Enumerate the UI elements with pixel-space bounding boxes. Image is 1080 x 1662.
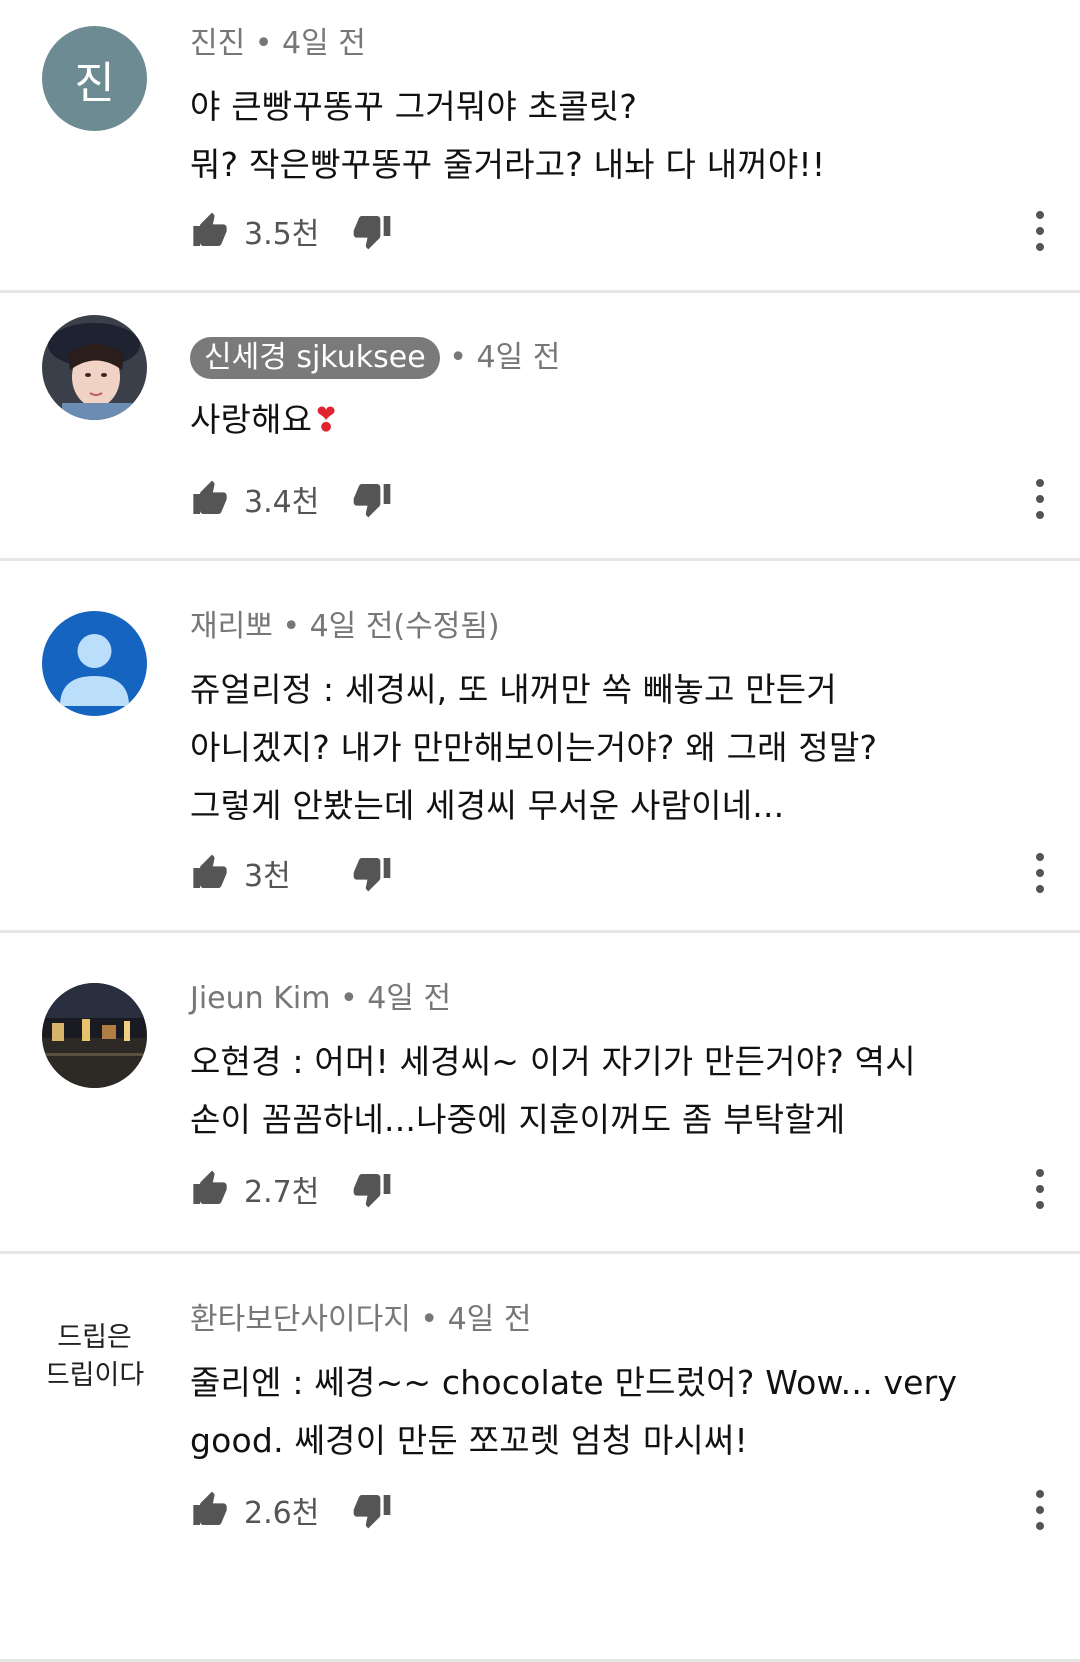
more-options-icon[interactable] <box>1030 206 1050 256</box>
comment-body: Jieun Kim • 4일 전 오현경 : 어머! 세경씨~ 이거 자기가 만… <box>190 979 1010 1149</box>
comment-text: 줄리엔 : 쎄경~~ chocolate 만드렀어? Wow... very g… <box>190 1363 958 1460</box>
avatar[interactable] <box>42 983 147 1088</box>
comment-text: 야 큰빵꾸똥꾸 그거뭐야 초콜릿? 뭐? 작은빵꾸똥꾸 줄거라고? 내놔 다 내… <box>190 87 826 184</box>
profile-photo <box>42 315 147 420</box>
comment-item: 재리뽀 • 4일 전(수정됨) 쥬얼리정 : 세경씨, 또 내꺼만 쏙 빼놓고 … <box>0 561 1080 933</box>
comment-text: 쥬얼리정 : 세경씨, 또 내꺼만 쏙 빼놓고 만든거 아니겠지? 내가 만만해… <box>190 670 878 825</box>
comment-item: 진 진진 • 4일 전 야 큰빵꾸똥꾸 그거뭐야 초콜릿? 뭐? 작은빵꾸똥꾸 … <box>0 0 1080 293</box>
meta-separator: • <box>254 26 282 61</box>
thumbs-down-icon[interactable] <box>352 853 392 893</box>
comment-body: 환타보단사이다지 • 4일 전 줄리엔 : 쎄경~~ chocolate 만드렀… <box>190 1300 1010 1470</box>
comment-actions: 2.6천 <box>190 1485 392 1535</box>
more-options-icon[interactable] <box>1030 1485 1050 1535</box>
thumbs-up-icon[interactable] <box>190 1169 230 1209</box>
comment-time: 4일 전 <box>281 26 366 61</box>
avatar[interactable] <box>42 315 147 420</box>
comment-actions: 3천 <box>190 848 392 898</box>
like-count: 3.5천 <box>244 217 320 252</box>
meta-separator: • <box>449 340 477 375</box>
like-count: 3천 <box>244 859 291 894</box>
comment-meta: 신세경 sjkuksee • 4일 전 <box>190 337 1010 379</box>
author-name[interactable]: Jieun Kim <box>190 981 330 1016</box>
thumbs-down-icon[interactable] <box>352 1169 392 1209</box>
thumbs-up-icon[interactable] <box>190 853 230 893</box>
author-name[interactable]: 진진 <box>190 26 245 61</box>
comment-meta: 진진 • 4일 전 <box>190 24 1010 64</box>
comment-time: 4일 전 <box>476 340 561 375</box>
meta-separator: • <box>420 1302 448 1337</box>
comment-actions: 2.7천 <box>190 1164 392 1214</box>
like-count: 2.7천 <box>244 1175 320 1210</box>
more-options-icon[interactable] <box>1030 474 1050 524</box>
comment-meta: Jieun Kim • 4일 전 <box>190 979 1010 1019</box>
comment-actions: 3.5천 <box>190 206 392 256</box>
comment-meta: 재리뽀 • 4일 전(수정됨) <box>190 607 1010 647</box>
comment-body: 신세경 sjkuksee • 4일 전 사랑해요❣ <box>190 337 1010 449</box>
more-options-icon[interactable] <box>1030 848 1050 898</box>
heart-emoji: ❣ <box>312 400 341 439</box>
default-avatar-icon <box>42 611 147 716</box>
comment-text: 사랑해요❣ <box>190 391 1010 449</box>
meta-separator: • <box>339 981 368 1016</box>
author-name-highlighted[interactable]: 신세경 sjkuksee <box>190 337 440 379</box>
comment-text: 오현경 : 어머! 세경씨~ 이거 자기가 만든거야? 역시 손이 꼼꼼하네..… <box>190 1042 916 1139</box>
comment-body: 재리뽀 • 4일 전(수정됨) 쥬얼리정 : 세경씨, 또 내꺼만 쏙 빼놓고 … <box>190 607 1010 835</box>
like-count: 2.6천 <box>244 1496 320 1531</box>
avatar[interactable]: 진 <box>42 26 147 131</box>
avatar[interactable]: 드립은 드립이다 <box>42 1304 147 1409</box>
comment-actions: 3.4천 <box>190 474 392 524</box>
comment-item: 드립은 드립이다 환타보단사이다지 • 4일 전 줄리엔 : 쎄경~~ choc… <box>0 1254 1080 1662</box>
comment-time: 4일 전 <box>367 981 452 1016</box>
comment-item: Jieun Kim • 4일 전 오현경 : 어머! 세경씨~ 이거 자기가 만… <box>0 933 1080 1254</box>
more-options-icon[interactable] <box>1030 1164 1050 1214</box>
author-name[interactable]: 재리뽀 <box>190 609 273 644</box>
thumbs-down-icon[interactable] <box>352 1490 392 1530</box>
thumbs-up-icon[interactable] <box>190 479 230 519</box>
thumbs-down-icon[interactable] <box>352 211 392 251</box>
comment-time: 4일 전(수정됨) <box>309 609 500 644</box>
comment-text-content: 사랑해요 <box>190 400 313 439</box>
meta-separator: • <box>282 609 310 644</box>
profile-photo <box>42 983 147 1088</box>
avatar-text: 드립은 드립이다 <box>44 1321 145 1391</box>
comment-item: 신세경 sjkuksee • 4일 전 사랑해요❣ 3.4천 <box>0 293 1080 561</box>
like-count: 3.4천 <box>244 485 320 520</box>
comment-body: 진진 • 4일 전 야 큰빵꾸똥꾸 그거뭐야 초콜릿? 뭐? 작은빵꾸똥꾸 줄거… <box>190 24 1010 194</box>
comment-time: 4일 전 <box>447 1302 532 1337</box>
avatar[interactable] <box>42 611 147 716</box>
thumbs-up-icon[interactable] <box>190 211 230 251</box>
author-name[interactable]: 환타보단사이다지 <box>190 1302 411 1337</box>
thumbs-up-icon[interactable] <box>190 1490 230 1530</box>
thumbs-down-icon[interactable] <box>352 479 392 519</box>
comment-meta: 환타보단사이다지 • 4일 전 <box>190 1300 1010 1340</box>
